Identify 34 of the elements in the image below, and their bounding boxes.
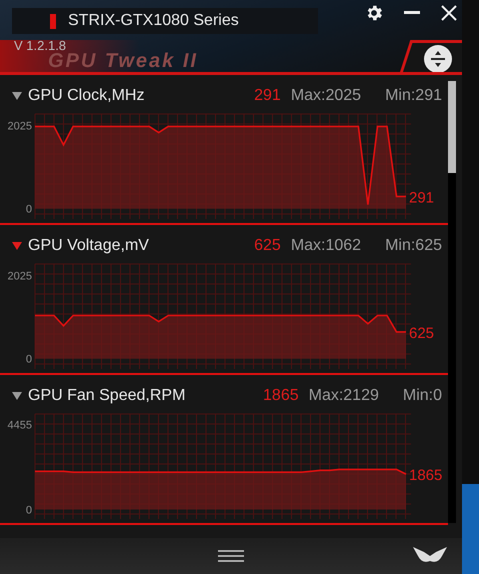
collapse-triangle-icon[interactable] [12,392,22,400]
collapse-triangle-icon[interactable] [12,92,22,100]
max-value: Max:2025 [290,87,362,105]
current-value-label: 625 [409,324,434,342]
max-value: Max:2129 [308,387,379,405]
min-value: Min:625 [385,237,442,255]
menu-button[interactable] [217,548,245,564]
monitor-name: GPU Clock,MHz [28,87,144,105]
monitor-name: GPU Fan Speed,RPM [28,387,186,405]
tick-label: 4455 [8,419,32,432]
max-value: Max:1062 [290,237,362,255]
logo-text: GPU Tweak II [48,50,198,72]
status-mark-icon [50,14,56,28]
tick-label: 2025 [8,270,32,282]
window-title: STRIX-GTX1080 Series [68,12,239,30]
move-arrows-icon [428,49,448,69]
tick-label: 0 [26,204,32,216]
current-value-label: 1865 [409,467,442,484]
current-value: 1865 [263,387,299,405]
version-label: V 1.2.1.8 [14,38,66,53]
tick-label: 0 [26,504,32,516]
current-value: 625 [254,237,281,255]
close-icon [441,5,457,21]
current-value: 291 [254,87,281,105]
menu-icon [217,548,245,564]
min-value: Min:0 [402,387,442,405]
monitor-name: GPU Voltage,mV [28,237,149,255]
tick-label: 0 [26,354,32,366]
tick-label: 2025 [8,120,32,132]
min-value: Min:291 [385,87,442,105]
collapse-triangle-icon[interactable] [12,242,22,250]
scrollbar-thumb[interactable] [448,81,456,173]
current-value-label: 291 [409,189,434,206]
minimize-icon [404,11,420,15]
